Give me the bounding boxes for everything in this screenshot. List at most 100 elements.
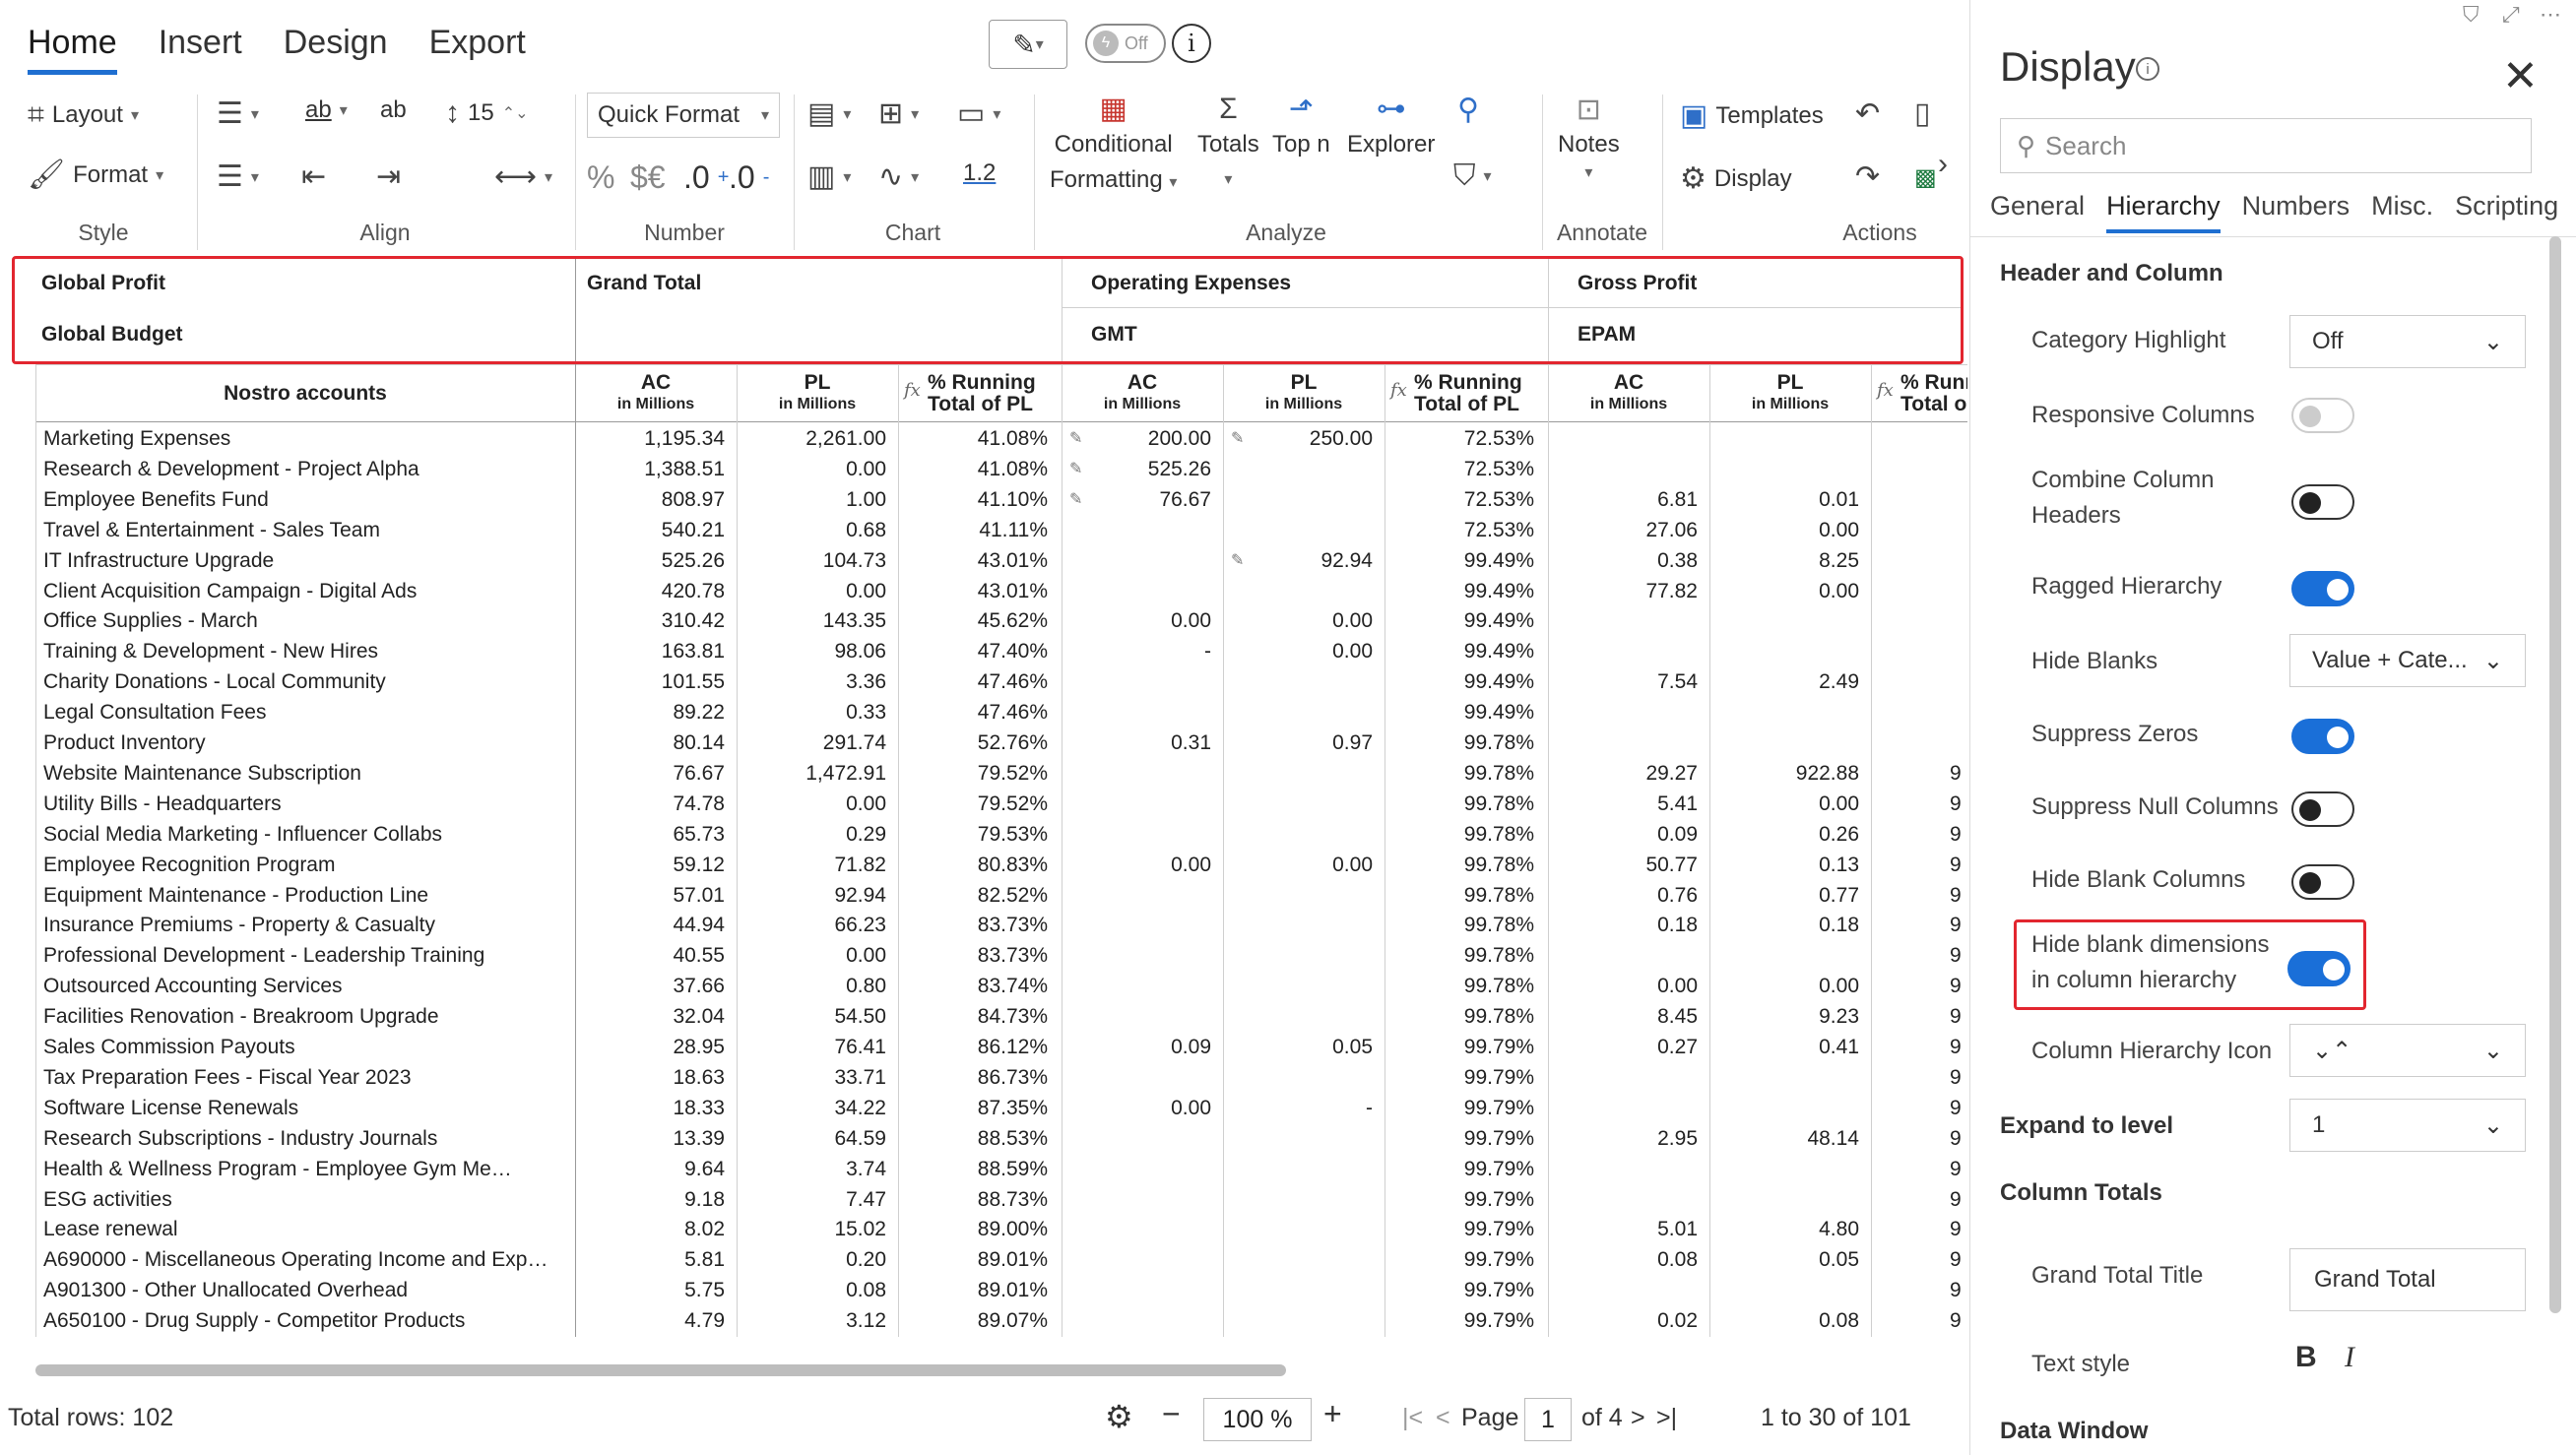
top-n-button[interactable]: ⬏ Top n	[1272, 93, 1330, 161]
table-cell[interactable]: 76.67	[1062, 484, 1211, 515]
table-cell[interactable]: 310.42	[575, 605, 725, 636]
table-cell[interactable]: 9	[1950, 1244, 1967, 1275]
table-cell[interactable]: 92.94	[1223, 545, 1373, 576]
table-cell[interactable]	[1709, 423, 1859, 454]
table-cell[interactable]: 2.95	[1548, 1123, 1698, 1154]
row-spacing-stepper[interactable]: ↕ 15 ⌃⌄	[445, 96, 529, 130]
table-cell[interactable]: 0.31	[1062, 728, 1211, 758]
table-cell[interactable]: 74.78	[575, 789, 725, 819]
edit-mode-button[interactable]: ✎ ▾	[989, 20, 1067, 69]
more-icon[interactable]: ⋯	[2540, 2, 2561, 28]
table-row[interactable]: Sales Commission Payouts 28.95 76.41 86.12%…	[35, 1032, 1965, 1062]
table-cell[interactable]: 5.01	[1548, 1214, 1698, 1244]
table-cell[interactable]: 72.53%	[1385, 484, 1534, 515]
table-cell[interactable]	[1548, 1184, 1698, 1215]
table-cell[interactable]: 143.35	[737, 605, 886, 636]
notes-button[interactable]: ⊡ Notes ▾	[1558, 93, 1620, 182]
table-cell[interactable]: 3.12	[737, 1305, 886, 1336]
align-right-button[interactable]: ☰ ▾	[217, 159, 259, 194]
table-cell[interactable]: 27.06	[1548, 515, 1698, 545]
table-cell[interactable]: 99.49%	[1385, 636, 1534, 666]
category-highlight-select[interactable]: Off ⌄	[2289, 315, 2526, 368]
table-row[interactable]: Social Media Marketing - Influencer Coll…	[35, 819, 1965, 850]
table-cell[interactable]: 89.01%	[898, 1275, 1048, 1305]
table-cell[interactable]: 15.02	[737, 1214, 886, 1244]
table-row[interactable]: Office Supplies - March 310.42 143.35 45.62…	[35, 605, 1965, 636]
variance-chart-button[interactable]: ⊞ ▾	[878, 96, 919, 131]
table-cell[interactable]: 18.63	[575, 1062, 725, 1093]
table-cell[interactable]	[1223, 789, 1373, 819]
table-cell[interactable]	[1062, 1214, 1211, 1244]
table-cell[interactable]: 18.33	[575, 1093, 725, 1123]
table-cell[interactable]: 99.49%	[1385, 666, 1534, 697]
col-group-gross-profit[interactable]: Gross Profit	[1578, 272, 1697, 295]
table-cell[interactable]	[1062, 789, 1211, 819]
waterfall-chart-button[interactable]: ▭ ▾	[957, 96, 1000, 131]
table-cell[interactable]: 99.79%	[1385, 1123, 1534, 1154]
table-cell[interactable]: 50.77	[1548, 850, 1698, 880]
row-label[interactable]: Facilities Renovation - Breakroom Upgrad…	[43, 1001, 575, 1032]
table-cell[interactable]	[1950, 484, 1967, 515]
table-cell[interactable]: 0.76	[1548, 880, 1698, 911]
table-row[interactable]: Equipment Maintenance - Production Line 5…	[35, 880, 1965, 911]
table-cell[interactable]: 9	[1950, 1275, 1967, 1305]
combine-column-headers-toggle[interactable]	[2291, 484, 2354, 520]
table-cell[interactable]: 47.46%	[898, 697, 1048, 728]
table-cell[interactable]: 89.22	[575, 697, 725, 728]
table-cell[interactable]: 13.39	[575, 1123, 725, 1154]
table-cell[interactable]: -	[1062, 636, 1211, 666]
table-cell[interactable]: 32.04	[575, 1001, 725, 1032]
table-cell[interactable]	[1709, 454, 1859, 484]
table-cell[interactable]: 0.18	[1709, 910, 1859, 940]
table-cell[interactable]: 99.78%	[1385, 940, 1534, 971]
table-cell[interactable]: 0.00	[1062, 850, 1211, 880]
horizontal-scrollbar[interactable]	[35, 1364, 1286, 1376]
table-cell[interactable]: 0.08	[1709, 1305, 1859, 1336]
table-cell[interactable]	[1709, 636, 1859, 666]
column-header[interactable]: AC in Millions	[1062, 364, 1223, 423]
hide-blanks-select[interactable]: Value + Cate... ⌄	[2289, 634, 2526, 687]
table-cell[interactable]: 4.79	[575, 1305, 725, 1336]
table-cell[interactable]: 37.66	[575, 971, 725, 1001]
table-cell[interactable]	[1223, 666, 1373, 697]
table-row[interactable]: A901300 - Other Unallocated Overhead 5.75…	[35, 1275, 1965, 1305]
table-cell[interactable]: 54.50	[737, 1001, 886, 1032]
table-cell[interactable]	[1223, 1184, 1373, 1215]
table-cell[interactable]	[1950, 454, 1967, 484]
table-cell[interactable]: 99.49%	[1385, 697, 1534, 728]
table-cell[interactable]: 0.05	[1223, 1032, 1373, 1062]
row-label[interactable]: Charity Donations - Local Community	[43, 666, 575, 697]
table-cell[interactable]: 101.55	[575, 666, 725, 697]
row-label[interactable]: A690000 - Miscellaneous Operating Income…	[43, 1244, 575, 1275]
column-header[interactable]: % Running Total of PL	[1385, 364, 1546, 423]
expand-to-level-select[interactable]: 1 ⌄	[2289, 1099, 2526, 1152]
table-cell[interactable]: 28.95	[575, 1032, 725, 1062]
table-cell[interactable]: 9	[1950, 910, 1967, 940]
table-cell[interactable]: 9	[1950, 880, 1967, 911]
row-label[interactable]: Professional Development - Leadership Tr…	[43, 940, 575, 971]
table-cell[interactable]: 99.79%	[1385, 1032, 1534, 1062]
table-cell[interactable]: 88.59%	[898, 1154, 1048, 1184]
table-cell[interactable]	[1548, 1062, 1698, 1093]
table-cell[interactable]	[1062, 1275, 1211, 1305]
table-cell[interactable]: 922.88	[1709, 758, 1859, 789]
scale-button[interactable]: 1.2	[963, 159, 996, 187]
table-cell[interactable]	[1223, 910, 1373, 940]
table-cell[interactable]: 98.06	[737, 636, 886, 666]
table-cell[interactable]	[1062, 910, 1211, 940]
table-cell[interactable]	[1950, 576, 1967, 606]
table-cell[interactable]	[1223, 1305, 1373, 1336]
table-cell[interactable]: 8.02	[575, 1214, 725, 1244]
table-row[interactable]: Charity Donations - Local Community 101.5…	[35, 666, 1965, 697]
format-button[interactable]: 🖌 Format ▾	[28, 158, 163, 192]
info-icon[interactable]: i	[2136, 57, 2159, 81]
table-cell[interactable]: 250.00	[1223, 423, 1373, 454]
table-cell[interactable]: 41.11%	[898, 515, 1048, 545]
table-row[interactable]: Outsourced Accounting Services 37.66 0.80 8…	[35, 971, 1965, 1001]
table-cell[interactable]	[1223, 1244, 1373, 1275]
table-cell[interactable]: 44.94	[575, 910, 725, 940]
tab-home[interactable]: Home	[28, 24, 117, 75]
zoom-in-icon[interactable]: +	[1323, 1396, 1342, 1432]
table-cell[interactable]: 33.71	[737, 1062, 886, 1093]
table-cell[interactable]: 7.47	[737, 1184, 886, 1215]
